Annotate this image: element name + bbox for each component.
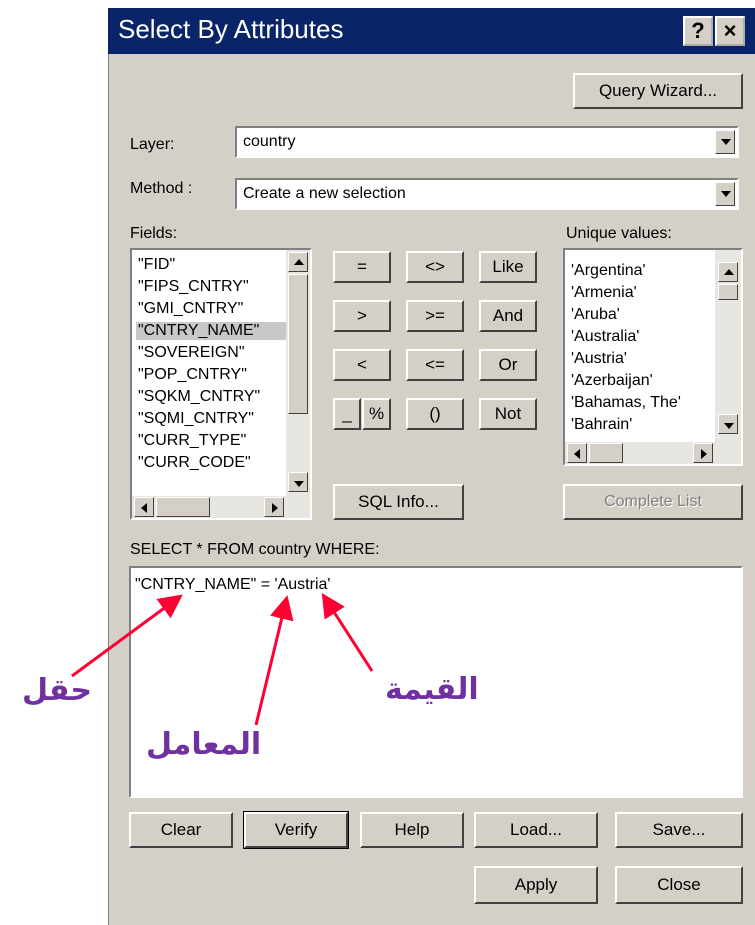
- operator-annotation: المعامل: [146, 727, 262, 762]
- operator-arrow: [254, 595, 294, 726]
- value-annotation: القيمة: [385, 672, 479, 707]
- field-annotation: حقل: [22, 673, 92, 708]
- field-arrow: [71, 594, 183, 678]
- value-arrow: [321, 592, 374, 672]
- annotation-arrows: [71, 592, 374, 726]
